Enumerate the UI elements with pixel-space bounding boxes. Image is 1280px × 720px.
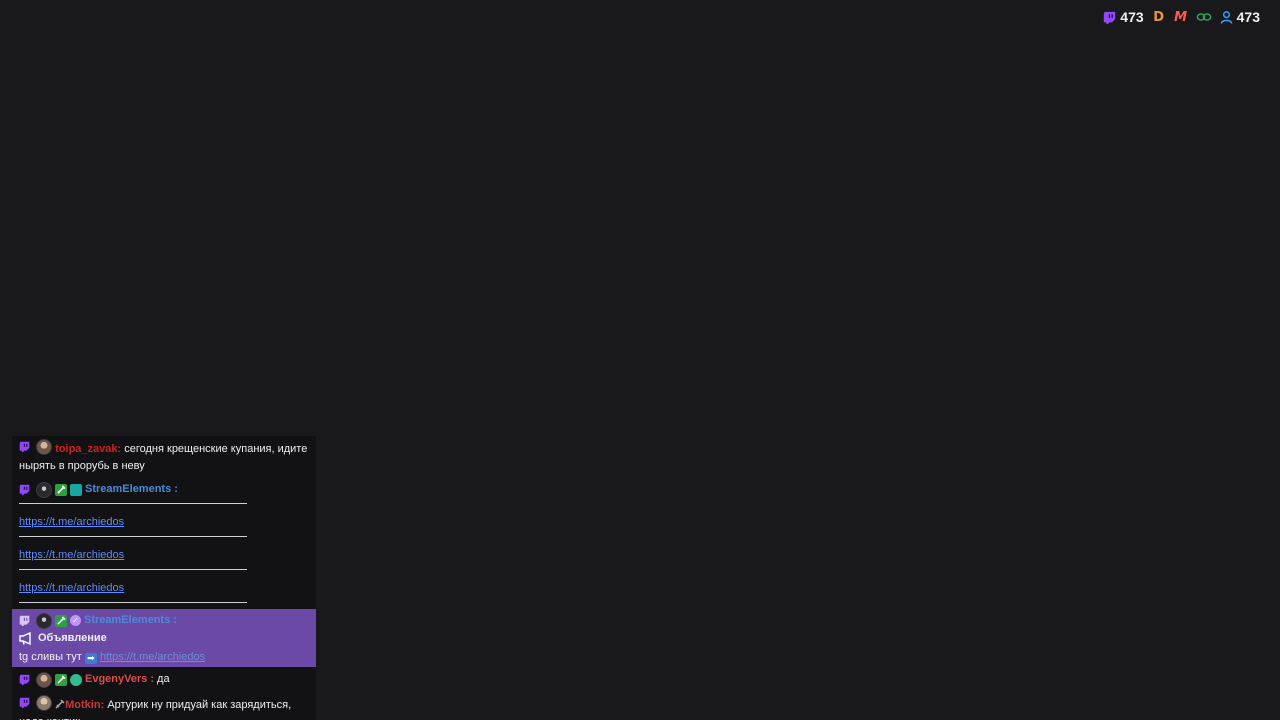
chat-panel: toipa_zavak: сегодня крещенские купания,… (12, 436, 316, 720)
divider (19, 503, 247, 504)
twitch-viewer-count: 473 (1120, 9, 1144, 25)
arrow-right-icon: ➡ (84, 653, 97, 664)
chat-message: StreamElements: https://t.me/archiedos h… (12, 477, 316, 607)
avatar (36, 481, 52, 498)
gem-badge-icon (70, 673, 82, 686)
moderator-badge-icon (55, 614, 67, 627)
chat-username[interactable]: StreamElements (85, 481, 171, 498)
twitch-icon (19, 674, 30, 685)
chat-username[interactable]: EvgenyVers (85, 671, 147, 688)
chat-message: toipa_zavak: сегодня крещенские купания,… (12, 436, 316, 477)
chat-username[interactable]: Motkin (65, 699, 100, 711)
link-icon (1196, 13, 1211, 21)
avatar (36, 439, 53, 455)
twitch-icon (1104, 11, 1116, 24)
divider (19, 536, 247, 537)
chat-message-text: да (157, 673, 170, 685)
user-icon (1220, 10, 1232, 24)
avatar (36, 695, 53, 711)
total-viewer-stat: 473 (1220, 9, 1260, 25)
megaphone-icon (19, 632, 31, 645)
announcement-header: Объявление (19, 630, 309, 647)
m-platform-icon: M (1174, 9, 1188, 25)
verified-badge-icon: ✓ (70, 615, 81, 626)
stream-stats-bar: 473 D M 473 (1103, 9, 1260, 25)
divider (19, 602, 247, 603)
moderator-badge-icon (55, 673, 67, 686)
twitch-icon (19, 697, 30, 708)
chat-message: Motkin: Артурик ну придуай как зарядитьс… (12, 690, 316, 720)
moderator-badge-icon (55, 483, 67, 496)
twitch-icon (19, 441, 30, 452)
chat-link[interactable]: https://t.me/archiedos (100, 651, 205, 663)
bot-badge-icon (70, 483, 82, 496)
chat-link[interactable]: https://t.me/archiedos (19, 516, 124, 528)
chat-message-text: tg сливы тут (19, 651, 82, 663)
chat-link[interactable]: https://t.me/archiedos (19, 549, 124, 561)
chat-link[interactable]: https://t.me/archiedos (19, 582, 124, 594)
twitch-viewer-stat: 473 (1103, 9, 1144, 25)
avatar (36, 612, 52, 629)
announcement-message: ✓ StreamElements: Объявление tg сливы ту… (12, 609, 316, 667)
chat-message: EvgenyVers: да (12, 667, 316, 690)
d-platform-icon: D (1153, 9, 1165, 25)
twitch-icon (19, 615, 30, 626)
divider (19, 569, 247, 570)
sword-badge-icon (55, 698, 65, 709)
twitch-icon (19, 484, 30, 495)
avatar (36, 671, 52, 688)
chat-username[interactable]: toipa_zavak (55, 443, 117, 455)
chat-username[interactable]: StreamElements (84, 612, 170, 629)
total-viewer-count: 473 (1236, 9, 1260, 25)
announcement-label: Объявление (38, 632, 107, 644)
